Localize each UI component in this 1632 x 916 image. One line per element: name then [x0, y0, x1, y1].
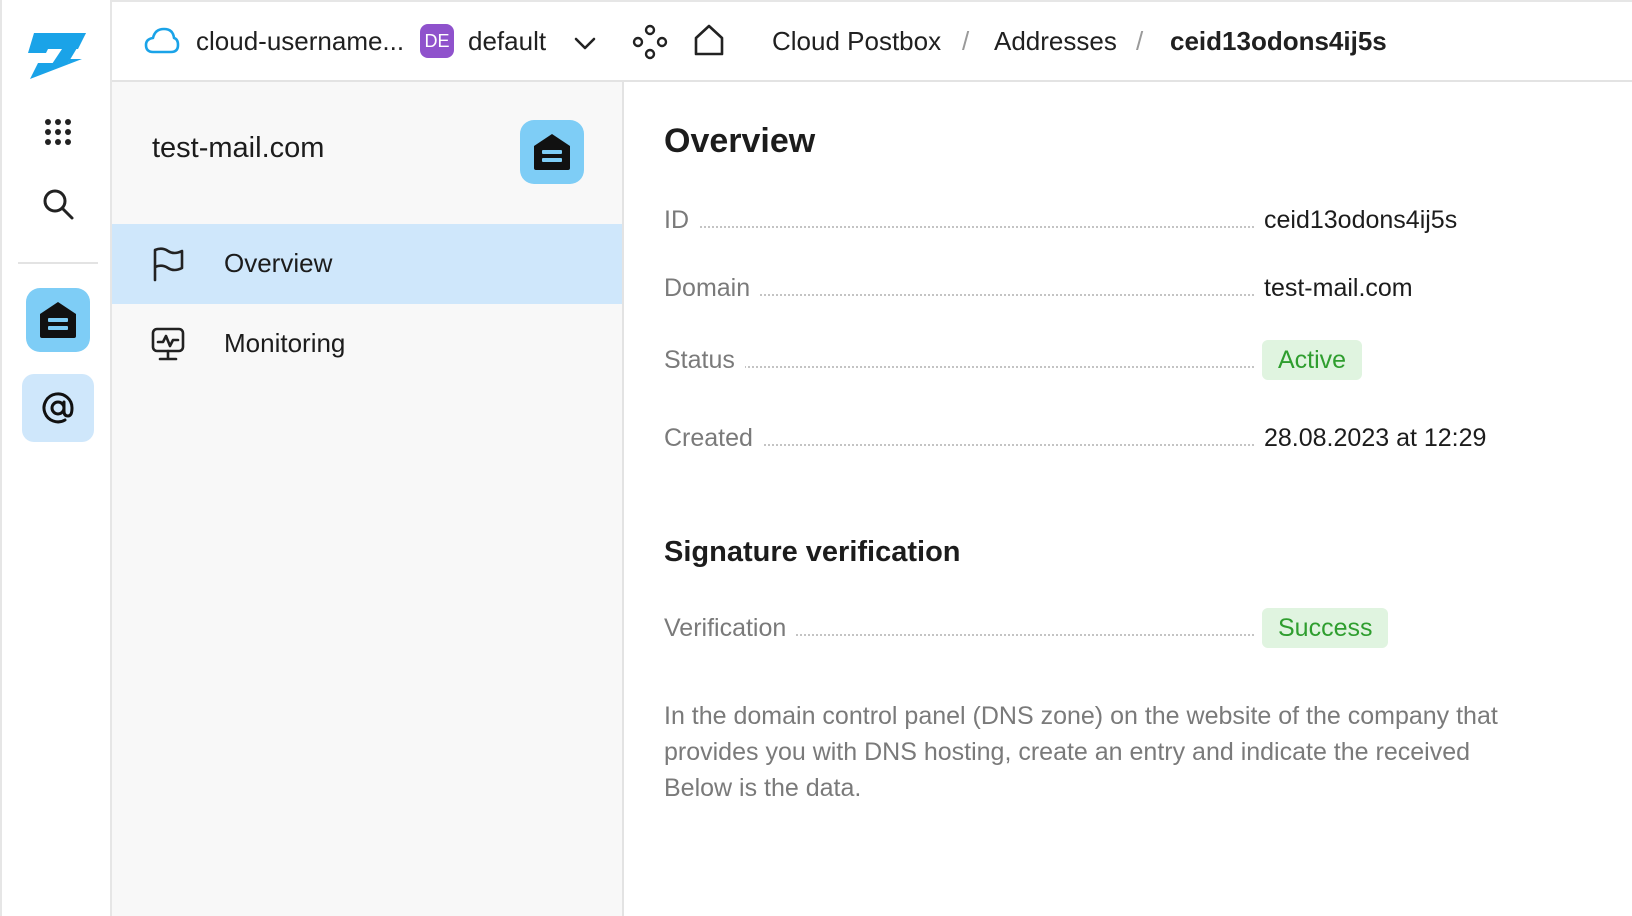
top-bar: cloud-username... DE default Cloud Postb…	[112, 0, 1632, 82]
breadcrumb-separator: /	[1136, 26, 1144, 56]
breadcrumb-current: ceid13odons4ij5s	[1170, 26, 1387, 56]
apps-grid-icon[interactable]	[38, 112, 78, 152]
postbox-icon	[520, 120, 584, 184]
main-content: Overview ID ceid13odons4ij5s Domain test…	[664, 82, 1564, 916]
field-row-domain: Domain test-mail.com	[664, 268, 1564, 312]
sidebar-item-monitoring[interactable]: Monitoring	[112, 304, 622, 384]
cloud-icon[interactable]	[144, 26, 180, 56]
field-row-id: ID ceid13odons4ij5s	[664, 200, 1564, 244]
breadcrumb-separator: /	[962, 26, 970, 56]
flag-icon	[150, 246, 186, 282]
field-label: Verification	[664, 614, 797, 643]
home-icon[interactable]	[692, 22, 726, 58]
sidebar-item-label: Monitoring	[224, 328, 346, 358]
field-label: Created	[664, 424, 763, 453]
sidebar-item-overview[interactable]: Overview	[112, 224, 622, 304]
service-sidebar: test-mail.com Overview Monitoring	[112, 82, 624, 916]
breadcrumb-cloud-postbox[interactable]: Cloud Postbox	[772, 26, 941, 57]
instructions-text: In the domain control panel (DNS zone) o…	[664, 702, 1498, 802]
field-value: ceid13odons4ij5s	[1264, 206, 1458, 234]
rail-divider	[18, 262, 98, 264]
verification-badge: Success	[1262, 608, 1389, 648]
monitoring-icon	[150, 326, 186, 362]
field-label: Domain	[664, 274, 761, 303]
breadcrumb-addresses[interactable]: Addresses	[994, 26, 1117, 57]
field-label: ID	[664, 206, 699, 235]
sidebar-item-label: Overview	[224, 248, 333, 278]
section-title: Signature verification	[664, 536, 961, 568]
field-label: Status	[664, 346, 745, 375]
chevron-down-icon[interactable]	[572, 30, 598, 56]
left-rail	[0, 0, 112, 916]
field-row-status: Status Active	[664, 340, 1564, 384]
dotted-leader	[664, 226, 1254, 228]
sidebar-title: test-mail.com	[152, 132, 325, 164]
field-value: 28.08.2023 at 12:29	[1264, 424, 1487, 452]
field-row-created: Created 28.08.2023 at 12:29	[664, 418, 1564, 462]
graph-icon[interactable]	[632, 24, 668, 60]
cloud-name[interactable]: cloud-username...	[196, 26, 404, 57]
folder-name[interactable]: default	[468, 26, 546, 57]
status-badge: Active	[1262, 340, 1363, 380]
app-root: cloud-username... DE default Cloud Postb…	[0, 0, 1632, 916]
dotted-leader	[664, 366, 1254, 368]
postbox-icon[interactable]	[26, 288, 90, 352]
logo-icon[interactable]	[22, 24, 94, 88]
search-icon[interactable]	[38, 184, 78, 224]
folder-badge: DE	[420, 24, 454, 58]
page-title: Overview	[664, 122, 816, 160]
at-sign-icon[interactable]	[22, 374, 94, 442]
field-value: test-mail.com	[1264, 274, 1413, 302]
field-row-verification: Verification Success	[664, 608, 1564, 652]
